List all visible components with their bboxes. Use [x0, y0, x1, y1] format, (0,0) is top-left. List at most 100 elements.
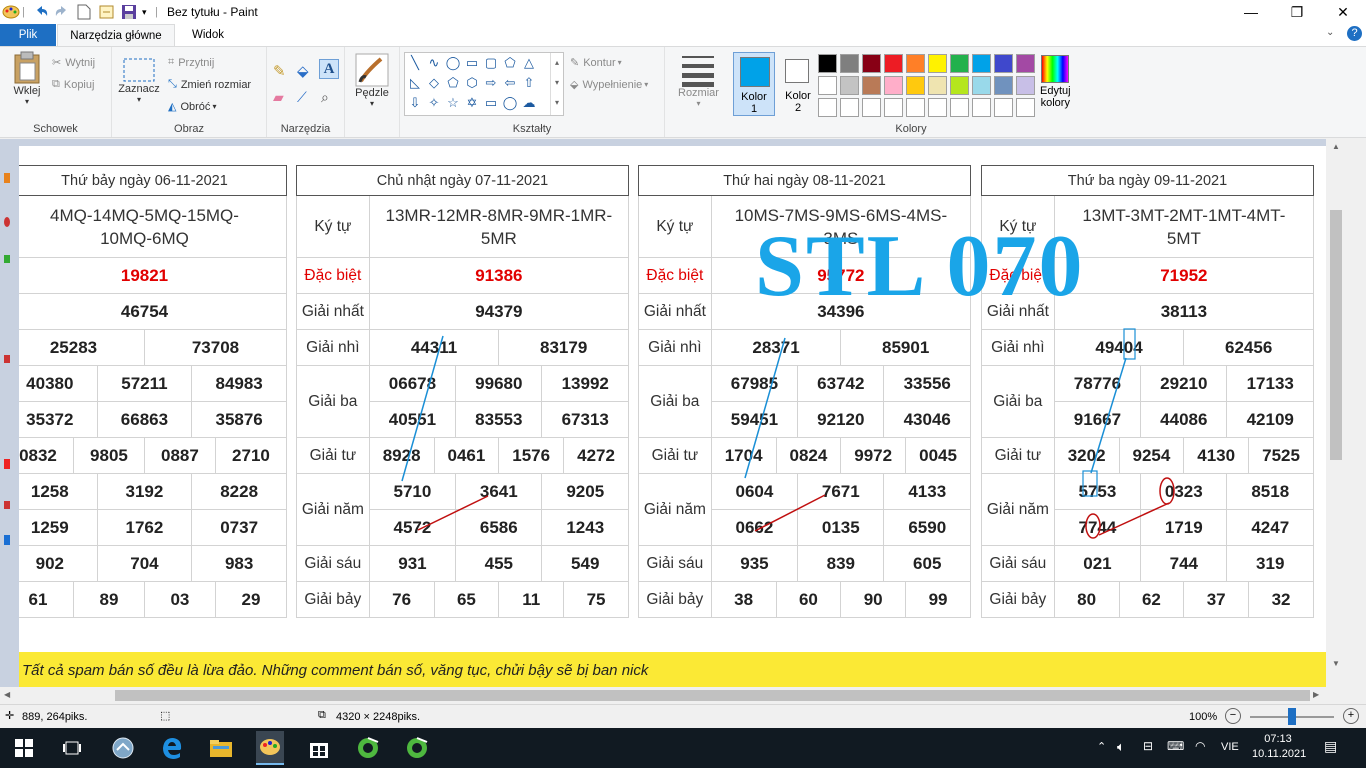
crop-button[interactable]: ⌗ Przytnij — [168, 56, 214, 69]
horizontal-scroll-thumb[interactable] — [115, 690, 1310, 701]
wifi-icon[interactable]: ◠ — [1195, 739, 1205, 753]
vertical-scrollbar[interactable]: ▲ ▼ — [1326, 139, 1366, 687]
palette-custom-slot[interactable] — [906, 98, 925, 117]
arrow-up-shape-icon[interactable]: ⇧ — [521, 75, 537, 91]
arrow-left-shape-icon[interactable]: ⇦ — [502, 75, 518, 91]
tab-view[interactable]: Widok — [175, 24, 241, 46]
file-explorer-icon[interactable] — [207, 734, 235, 762]
palette-color-swatch[interactable] — [950, 76, 969, 95]
clock[interactable]: 07:13 10.11.2021 — [1252, 732, 1306, 762]
rectangle-shape-icon[interactable]: ▭ — [464, 55, 480, 71]
speaker-icon[interactable]: 🔈︎ — [1117, 739, 1125, 755]
app-green-icon[interactable] — [354, 734, 382, 762]
palette-color-swatch[interactable] — [818, 54, 837, 73]
star5-shape-icon[interactable]: ☆ — [445, 95, 461, 111]
rotate-button[interactable]: ◭ Obróć ▾ — [168, 100, 216, 114]
palette-custom-slot[interactable] — [818, 98, 837, 117]
right-triangle-shape-icon[interactable]: ◺ — [407, 75, 423, 91]
palette-custom-slot[interactable] — [950, 98, 969, 117]
palette-color-swatch[interactable] — [818, 76, 837, 95]
palette-color-swatch[interactable] — [1016, 76, 1035, 95]
zoom-in-button[interactable]: + — [1343, 708, 1359, 724]
magnifier-icon[interactable]: ⌕ — [321, 89, 329, 106]
color-picker-icon[interactable]: ⟋ — [297, 89, 307, 106]
line-shape-icon[interactable]: ╲ — [407, 55, 423, 71]
fill-bucket-icon[interactable]: ⬙ — [297, 62, 309, 80]
cut-button[interactable]: ✂ Wytnij — [52, 56, 95, 70]
tab-home[interactable]: Narzędzia główne — [57, 24, 175, 46]
palette-color-swatch[interactable] — [840, 54, 859, 73]
text-tool-icon[interactable]: A — [319, 59, 339, 79]
polygon-shape-icon[interactable]: ⬠ — [502, 55, 518, 71]
select-button[interactable]: Zaznacz ▾ — [118, 57, 160, 104]
color2-button[interactable]: Kolor 2 — [778, 52, 820, 116]
callout-oval-shape-icon[interactable]: ◯ — [502, 95, 518, 111]
pencil-icon[interactable]: ✎ — [273, 62, 286, 80]
notifications-icon[interactable]: ▤ — [1324, 738, 1337, 755]
star6-shape-icon[interactable]: ✡ — [464, 95, 480, 111]
maximize-button[interactable]: ❐ — [1274, 0, 1320, 24]
shapes-gallery[interactable]: ╲ ∿ ◯ ▭ ▢ ⬠ △ ◺ ◇ ⬠ ⬡ ⇨ ⇦ ⇧ ⇩ ✧ ☆ ✡ ▭ ◯ … — [404, 52, 564, 116]
palette-color-swatch[interactable] — [928, 54, 947, 73]
brushes-button[interactable]: Pędzle ▾ — [355, 53, 389, 108]
resize-button[interactable]: ⤡ Zmień rozmiar — [168, 78, 251, 91]
callout-rect-shape-icon[interactable]: ▭ — [483, 95, 499, 111]
size-button[interactable]: Rozmiar ▾ — [678, 53, 719, 108]
palette-color-swatch[interactable] — [862, 76, 881, 95]
minimize-button[interactable]: — — [1228, 0, 1274, 24]
palette-color-swatch[interactable] — [906, 54, 925, 73]
paint-taskbar-icon[interactable] — [256, 731, 284, 765]
palette-color-swatch[interactable] — [884, 76, 903, 95]
task-view-icon[interactable] — [58, 734, 86, 762]
scroll-down-icon[interactable]: ▼ — [1332, 659, 1340, 668]
fill-button[interactable]: ⬙ Wypełnienie ▾ — [570, 78, 648, 92]
shapes-scroll[interactable]: ▴ ▾ ▾ — [550, 53, 563, 115]
palette-custom-slot[interactable] — [972, 98, 991, 117]
cloud-shape-icon[interactable]: ☁ — [521, 95, 537, 111]
scroll-right-icon[interactable]: ▶ — [1313, 690, 1319, 699]
palette-custom-slot[interactable] — [840, 98, 859, 117]
chevron-up-icon[interactable]: ⌃ — [1097, 740, 1106, 753]
zoom-slider-thumb[interactable] — [1288, 708, 1296, 725]
palette-custom-slot[interactable] — [928, 98, 947, 117]
save-icon[interactable] — [121, 3, 137, 21]
oval-shape-icon[interactable]: ◯ — [445, 55, 461, 71]
color1-button[interactable]: Kolor 1 — [733, 52, 775, 116]
network-icon[interactable]: ⊟ — [1143, 739, 1153, 753]
palette-color-swatch[interactable] — [950, 54, 969, 73]
palette-custom-slot[interactable] — [884, 98, 903, 117]
palette-color-swatch[interactable] — [906, 76, 925, 95]
paste-button[interactable]: Wklej ▾ — [8, 51, 46, 106]
palette-custom-slot[interactable] — [994, 98, 1013, 117]
tab-file[interactable]: Plik — [0, 24, 56, 46]
help-icon[interactable]: ? — [1347, 26, 1362, 41]
pentagon-shape-icon[interactable]: ⬠ — [445, 75, 461, 91]
drawing-canvas[interactable]: Thứ bảy ngày 06-11-2021 4MQ-14MQ-5MQ-15MQ… — [19, 146, 1326, 687]
input-method-icon[interactable]: ⌨︎ — [1167, 739, 1184, 753]
palette-color-swatch[interactable] — [994, 76, 1013, 95]
arrow-down-shape-icon[interactable]: ⇩ — [407, 95, 423, 111]
new-file-icon[interactable] — [77, 3, 91, 21]
control-panel-icon[interactable] — [109, 734, 137, 762]
scroll-left-icon[interactable]: ◀ — [4, 690, 10, 699]
collapse-ribbon-icon[interactable]: ⌄ — [1326, 27, 1334, 38]
palette-color-swatch[interactable] — [884, 54, 903, 73]
palette-color-swatch[interactable] — [972, 76, 991, 95]
scroll-up-icon[interactable]: ▲ — [1332, 142, 1340, 151]
palette-color-swatch[interactable] — [972, 54, 991, 73]
vertical-scroll-thumb[interactable] — [1330, 210, 1342, 460]
zoom-out-button[interactable]: − — [1225, 708, 1241, 724]
eraser-icon[interactable]: ▰ — [273, 89, 284, 106]
star4-shape-icon[interactable]: ✧ — [426, 95, 442, 111]
copy-button[interactable]: ⧉ Kopiuj — [52, 78, 94, 91]
palette-color-swatch[interactable] — [994, 54, 1013, 73]
paint-app-icon[interactable] — [2, 3, 20, 21]
rounded-rectangle-shape-icon[interactable]: ▢ — [483, 55, 499, 71]
palette-color-swatch[interactable] — [1016, 54, 1035, 73]
undo-icon[interactable] — [33, 3, 49, 21]
close-button[interactable]: ✕ — [1320, 0, 1366, 24]
hexagon-shape-icon[interactable]: ⬡ — [464, 75, 480, 91]
edge-browser-icon[interactable] — [158, 734, 186, 762]
edit-colors-button[interactable]: Edytuj kolory — [1040, 55, 1071, 109]
palette-color-swatch[interactable] — [928, 76, 947, 95]
